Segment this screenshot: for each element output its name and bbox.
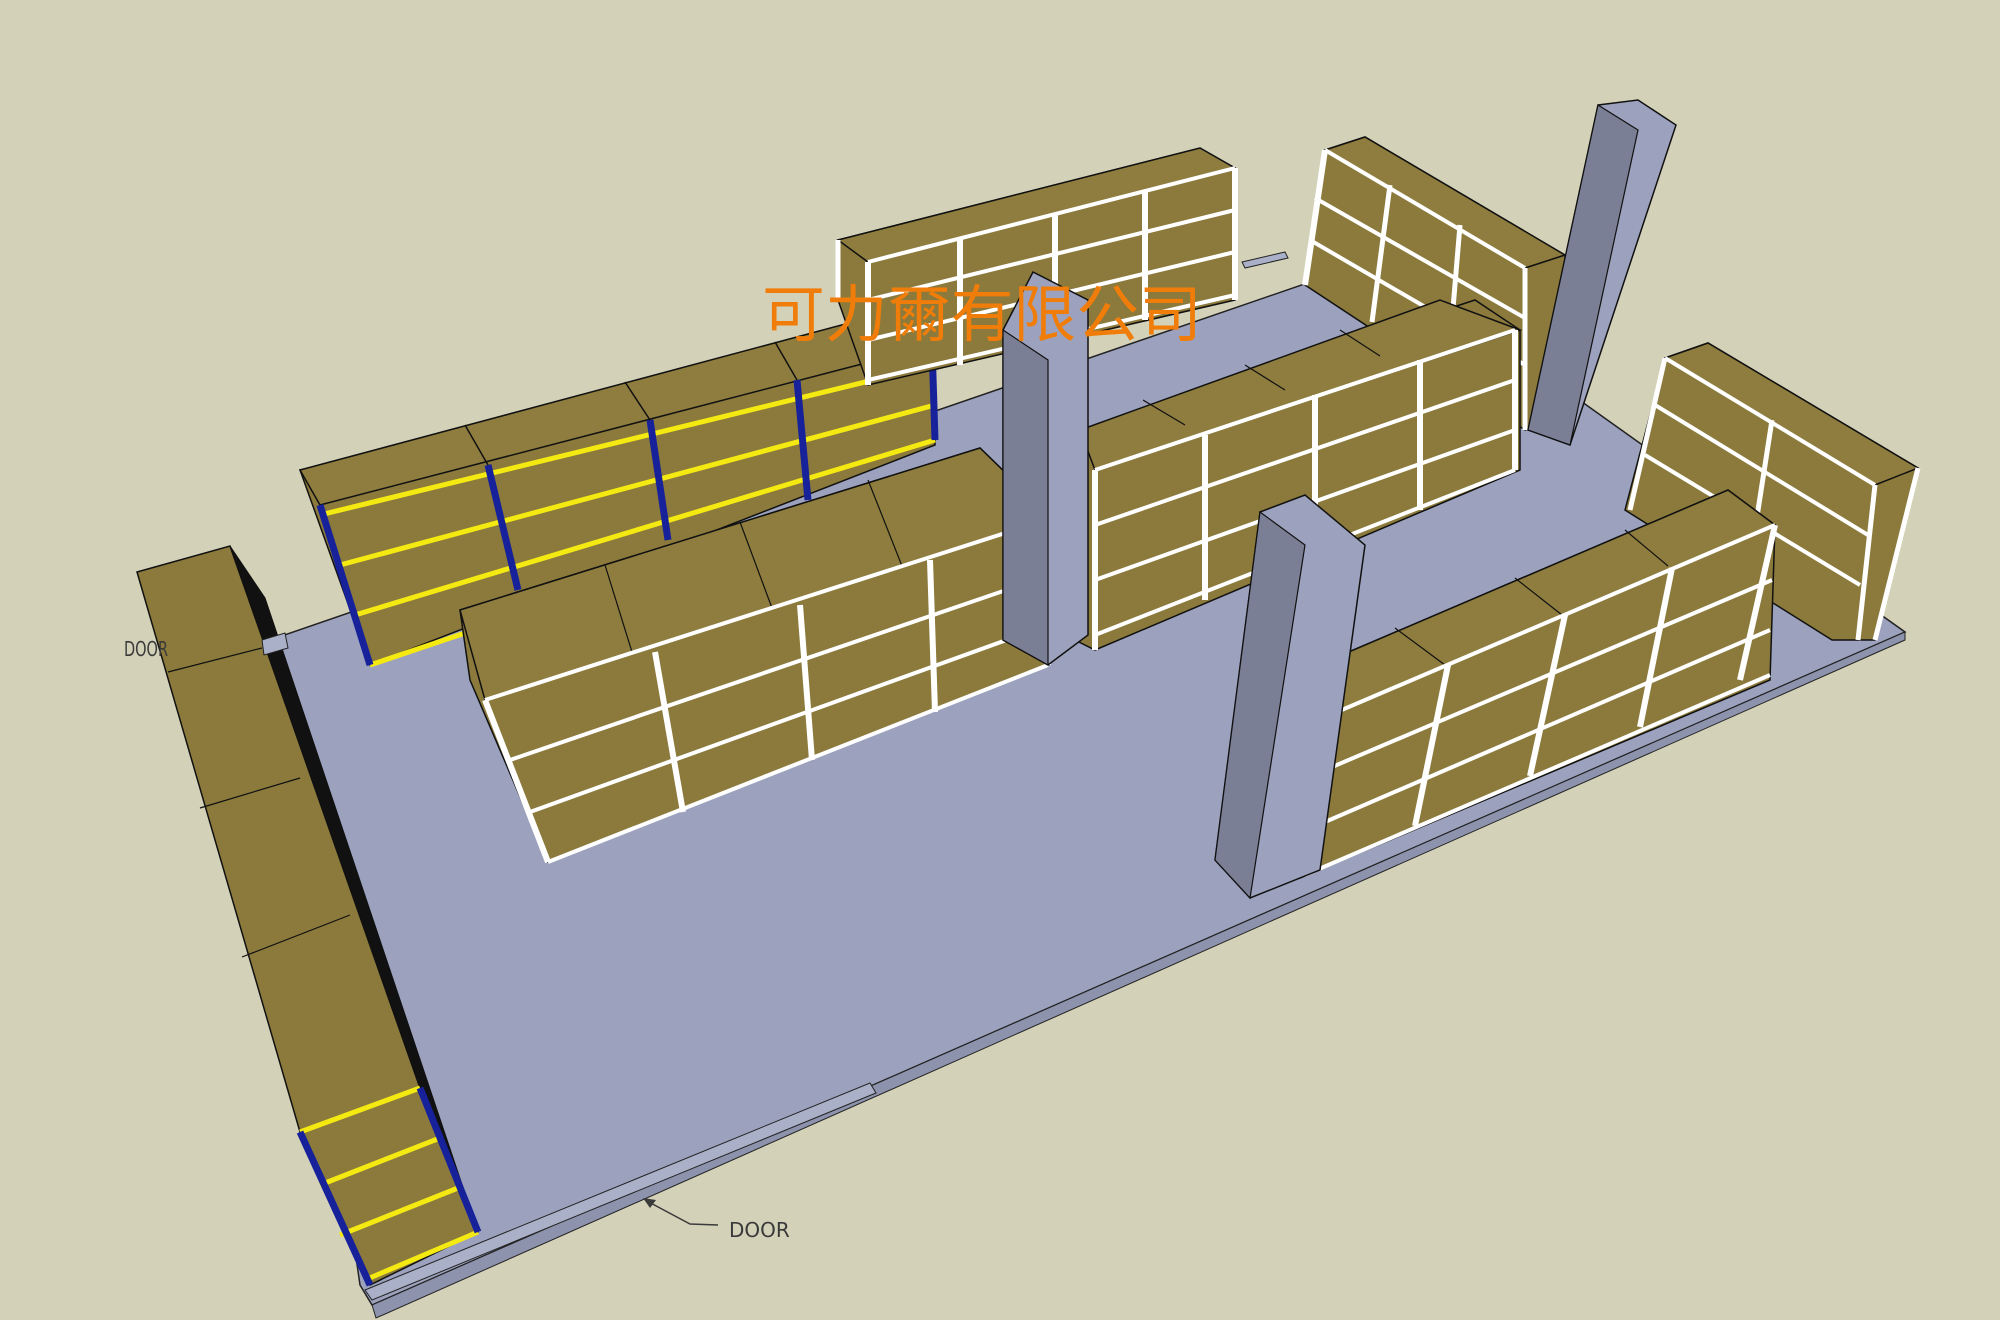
door-bottom-marker: DOOR [643, 1198, 790, 1242]
warehouse-layout-diagram: DOOR DOOR 可力爾有限公司 [124, 99, 1921, 1319]
door-label-bottom: DOOR [729, 1218, 790, 1242]
company-watermark: 可力爾有限公司 [762, 278, 1202, 351]
door-leader-arrowhead [643, 1198, 656, 1208]
door-threshold-back [1241, 251, 1289, 269]
door-leader-line [644, 1199, 719, 1226]
door-label-left: DOOR [124, 637, 168, 661]
